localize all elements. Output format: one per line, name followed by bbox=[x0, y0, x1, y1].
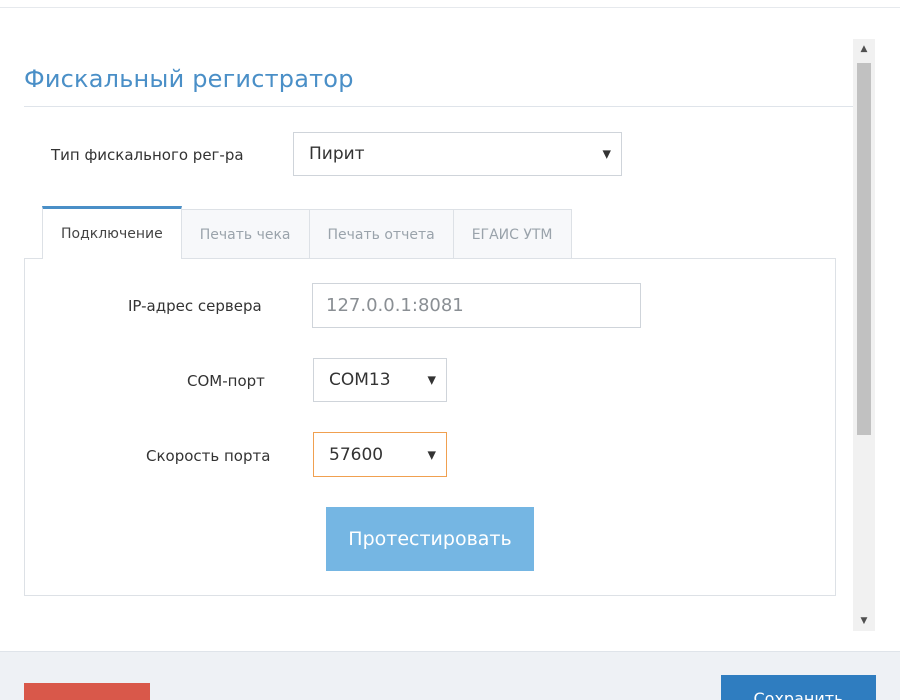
cancel-button[interactable] bbox=[24, 683, 150, 700]
chevron-down-icon: ▼ bbox=[427, 373, 436, 387]
fiscal-type-select[interactable]: Пирит ▼ bbox=[293, 132, 622, 176]
scroll-thumb[interactable] bbox=[857, 63, 871, 435]
tab-report-printing[interactable]: Печать отчета bbox=[308, 209, 454, 259]
settings-content: Фискальный регистратор Тип фискального р… bbox=[0, 9, 900, 651]
fiscal-type-label: Тип фискального рег-ра bbox=[51, 146, 244, 164]
chevron-down-icon: ▼ bbox=[427, 448, 436, 461]
ip-address-label: IP-адрес сервера bbox=[128, 297, 262, 315]
chevron-down-icon: ▼ bbox=[602, 147, 611, 161]
tab-connection[interactable]: Подключение bbox=[42, 206, 182, 259]
settings-tabs: Подключение Печать чека Печать отчета ЕГ… bbox=[42, 206, 572, 259]
com-port-label: COM-порт bbox=[187, 372, 265, 390]
scroll-up-icon[interactable]: ▲ bbox=[853, 39, 875, 59]
scroll-down-icon[interactable]: ▼ bbox=[853, 611, 875, 631]
test-connection-button[interactable]: Протестировать bbox=[326, 507, 534, 571]
port-speed-value: 57600 bbox=[329, 444, 384, 465]
ip-address-placeholder: 127.0.0.1:8081 bbox=[326, 295, 464, 316]
top-strip bbox=[0, 0, 900, 8]
ip-address-input[interactable]: 127.0.0.1:8081 bbox=[312, 283, 641, 328]
com-port-value: COM13 bbox=[329, 370, 391, 390]
section-title: Фискальный регистратор bbox=[24, 65, 354, 93]
vertical-scrollbar[interactable]: ▲ ▼ bbox=[853, 39, 875, 631]
port-speed-select[interactable]: 57600 ▼ bbox=[313, 432, 447, 477]
com-port-select[interactable]: COM13 ▼ bbox=[313, 358, 447, 402]
save-button[interactable]: Сохранить bbox=[721, 675, 876, 700]
tab-receipt-printing[interactable]: Печать чека bbox=[180, 209, 310, 259]
tab-egais-utm[interactable]: ЕГАИС УТМ bbox=[452, 209, 572, 259]
dialog-footer: Сохранить bbox=[0, 651, 900, 700]
port-speed-label: Скорость порта bbox=[146, 447, 271, 465]
save-button-label: Сохранить bbox=[753, 689, 844, 700]
fiscal-type-value: Пирит bbox=[309, 144, 365, 164]
title-divider bbox=[24, 106, 854, 107]
